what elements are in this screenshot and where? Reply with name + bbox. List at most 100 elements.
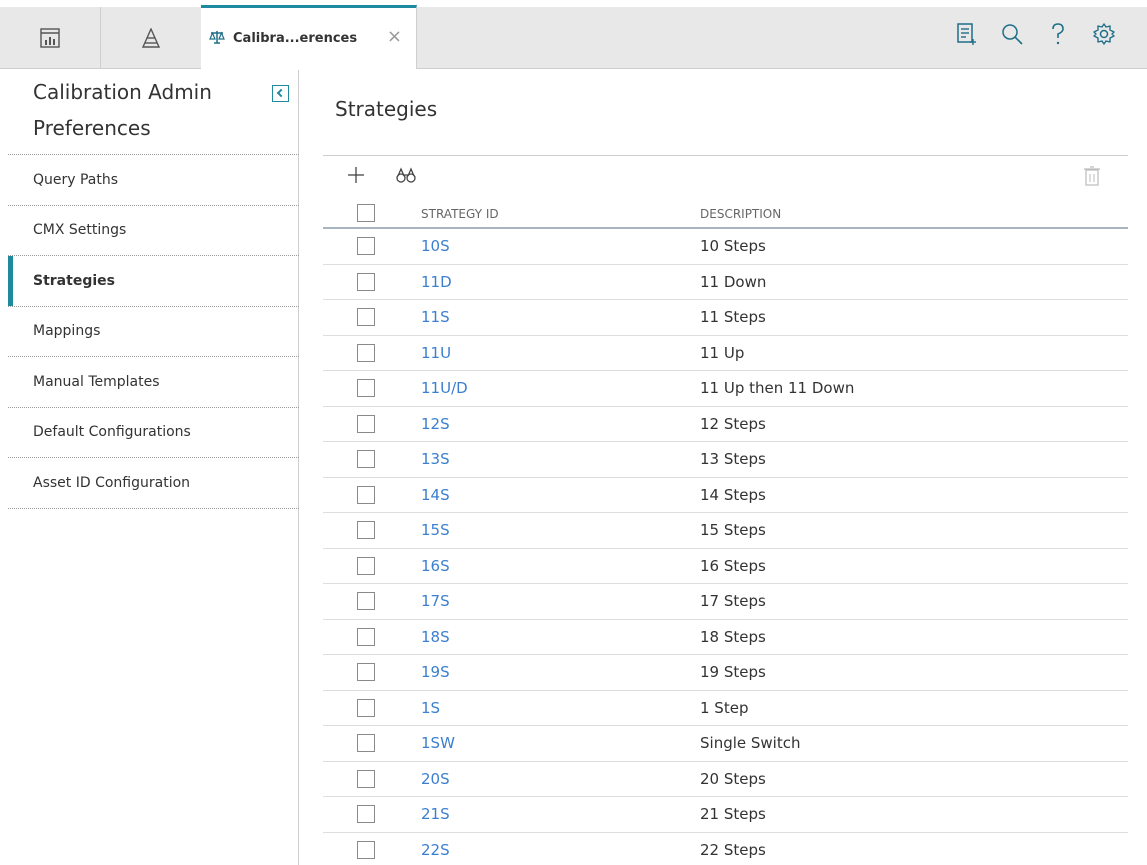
- strategy-id-link[interactable]: 17S: [421, 592, 450, 610]
- sidebar-item-query-paths[interactable]: Query Paths: [8, 155, 299, 206]
- row-checkbox[interactable]: [357, 769, 375, 788]
- row-checkbox[interactable]: [357, 627, 375, 646]
- strategy-description: 14 Steps: [700, 485, 766, 504]
- sidebar-item-manual-templates[interactable]: Manual Templates: [8, 357, 299, 408]
- strategy-description: 17 Steps: [700, 592, 766, 610]
- column-header-description[interactable]: DESCRIPTION: [700, 207, 781, 221]
- strategy-id-link[interactable]: 18S: [421, 628, 450, 646]
- strategy-id-link[interactable]: 11S: [421, 308, 450, 326]
- tab-calibration-preferences[interactable]: Calibra...erences ×: [201, 5, 417, 69]
- strategy-description: 13 Steps: [700, 450, 766, 468]
- tab-dashboard[interactable]: [0, 7, 101, 68]
- help-icon[interactable]: [1045, 21, 1071, 47]
- row-checkbox[interactable]: [357, 485, 375, 504]
- table-row[interactable]: 17S 17 Steps: [323, 584, 1128, 620]
- table-row[interactable]: 11U/D 11 Up then 11 Down: [323, 371, 1128, 407]
- row-checkbox[interactable]: [357, 343, 375, 362]
- row-checkbox[interactable]: [357, 414, 375, 433]
- row-checkbox[interactable]: [357, 734, 375, 752]
- row-checkbox[interactable]: [357, 805, 375, 823]
- sidebar: Calibration Admin Preferences Query Path…: [0, 70, 299, 865]
- row-checkbox[interactable]: [357, 663, 375, 681]
- table-row[interactable]: 20S 20 Steps: [323, 762, 1128, 797]
- strategy-description: 11 Up: [700, 343, 745, 362]
- table-row[interactable]: 11D 11 Down: [323, 265, 1128, 300]
- add-icon[interactable]: [345, 164, 367, 186]
- row-checkbox[interactable]: [357, 698, 375, 717]
- strategy-id-link[interactable]: 21S: [421, 805, 450, 823]
- sidebar-item-strategies[interactable]: Strategies: [8, 256, 299, 307]
- table-row[interactable]: 11U 11 Up: [323, 336, 1128, 371]
- table-row[interactable]: 14S 14 Steps: [323, 478, 1128, 513]
- table-row[interactable]: 21S 21 Steps: [323, 797, 1128, 833]
- table-row[interactable]: 22S 22 Steps: [323, 833, 1128, 865]
- close-icon[interactable]: ×: [387, 28, 402, 46]
- row-checkbox[interactable]: [357, 592, 375, 610]
- sidebar-item-default-configurations[interactable]: Default Configurations: [8, 408, 299, 458]
- strategy-id-link[interactable]: 20S: [421, 770, 450, 788]
- tab-pyramid[interactable]: [101, 7, 202, 68]
- row-checkbox[interactable]: [357, 272, 375, 291]
- row-checkbox[interactable]: [357, 450, 375, 468]
- strategy-description: 18 Steps: [700, 627, 766, 646]
- strategy-id-link[interactable]: 12S: [421, 415, 450, 433]
- header-actions: [953, 21, 1117, 47]
- strategy-description: Single Switch: [700, 734, 801, 752]
- row-checkbox[interactable]: [357, 556, 375, 575]
- new-report-icon[interactable]: [953, 21, 979, 47]
- sidebar-nav: Query Paths CMX Settings Strategies Mapp…: [8, 154, 299, 509]
- strategy-description: 12 Steps: [700, 414, 766, 433]
- binoculars-icon[interactable]: [395, 166, 417, 184]
- table-row[interactable]: 15S 15 Steps: [323, 513, 1128, 549]
- strategy-id-link[interactable]: 1SW: [421, 734, 455, 752]
- strategy-id-link[interactable]: 1S: [421, 699, 440, 717]
- scales-icon: [209, 29, 225, 49]
- sidebar-title: Calibration Admin Preferences: [33, 80, 212, 140]
- sidebar-item-asset-id-configuration[interactable]: Asset ID Configuration: [8, 458, 299, 509]
- table-row[interactable]: 18S 18 Steps: [323, 620, 1128, 655]
- table-row[interactable]: 11S 11 Steps: [323, 300, 1128, 336]
- strategy-description: 11 Down: [700, 272, 767, 291]
- strategy-id-link[interactable]: 15S: [421, 521, 450, 539]
- column-header-strategy-id[interactable]: STRATEGY ID: [421, 207, 499, 221]
- strategy-id-link[interactable]: 10S: [421, 237, 450, 255]
- tab-label: Calibra...erences: [233, 31, 358, 46]
- table-row[interactable]: 16S 16 Steps: [323, 549, 1128, 584]
- strategy-id-link[interactable]: 11U/D: [421, 379, 468, 397]
- strategy-description: 1 Step: [700, 698, 749, 717]
- sidebar-item-cmx-settings[interactable]: CMX Settings: [8, 206, 299, 256]
- trash-icon[interactable]: [1084, 166, 1100, 186]
- table-row[interactable]: 10S 10 Steps: [323, 229, 1128, 265]
- strategy-description: 16 Steps: [700, 556, 766, 575]
- settings-gear-icon[interactable]: [1091, 21, 1117, 47]
- row-checkbox[interactable]: [357, 308, 375, 326]
- strategy-id-link[interactable]: 11U: [421, 344, 451, 362]
- table-row[interactable]: 19S 19 Steps: [323, 655, 1128, 691]
- row-checkbox[interactable]: [357, 840, 375, 859]
- row-checkbox[interactable]: [357, 521, 375, 539]
- row-checkbox[interactable]: [357, 237, 375, 255]
- top-tab-bar: Calibra...erences ×: [0, 5, 1147, 69]
- search-icon[interactable]: [999, 21, 1025, 47]
- select-all-checkbox[interactable]: [357, 204, 375, 222]
- table-row[interactable]: 1SW Single Switch: [323, 726, 1128, 762]
- table-row[interactable]: 1S 1 Step: [323, 691, 1128, 726]
- strategy-description: 11 Steps: [700, 308, 766, 326]
- sidebar-item-mappings[interactable]: Mappings: [8, 307, 299, 357]
- grid-toolbar: [323, 155, 1128, 199]
- strategies-table: STRATEGY ID DESCRIPTION 10S 10 Steps 11D 11…: [323, 199, 1128, 865]
- table-row[interactable]: 13S 13 Steps: [323, 442, 1128, 478]
- row-checkbox[interactable]: [357, 379, 375, 397]
- strategy-description: 20 Steps: [700, 769, 766, 788]
- collapse-sidebar-icon[interactable]: [272, 85, 289, 102]
- strategy-id-link[interactable]: 11D: [421, 273, 452, 291]
- table-row[interactable]: 12S 12 Steps: [323, 407, 1128, 442]
- strategy-id-link[interactable]: 19S: [421, 663, 450, 681]
- strategy-id-link[interactable]: 14S: [421, 486, 450, 504]
- pyramid-icon: [141, 27, 161, 48]
- strategy-id-link[interactable]: 13S: [421, 450, 450, 468]
- strategy-id-link[interactable]: 22S: [421, 841, 450, 859]
- table-body: 10S 10 Steps 11D 11 Down 11S 11 Steps 11U 11 Up…: [323, 229, 1128, 865]
- page-title: Strategies: [335, 97, 438, 121]
- strategy-id-link[interactable]: 16S: [421, 557, 450, 575]
